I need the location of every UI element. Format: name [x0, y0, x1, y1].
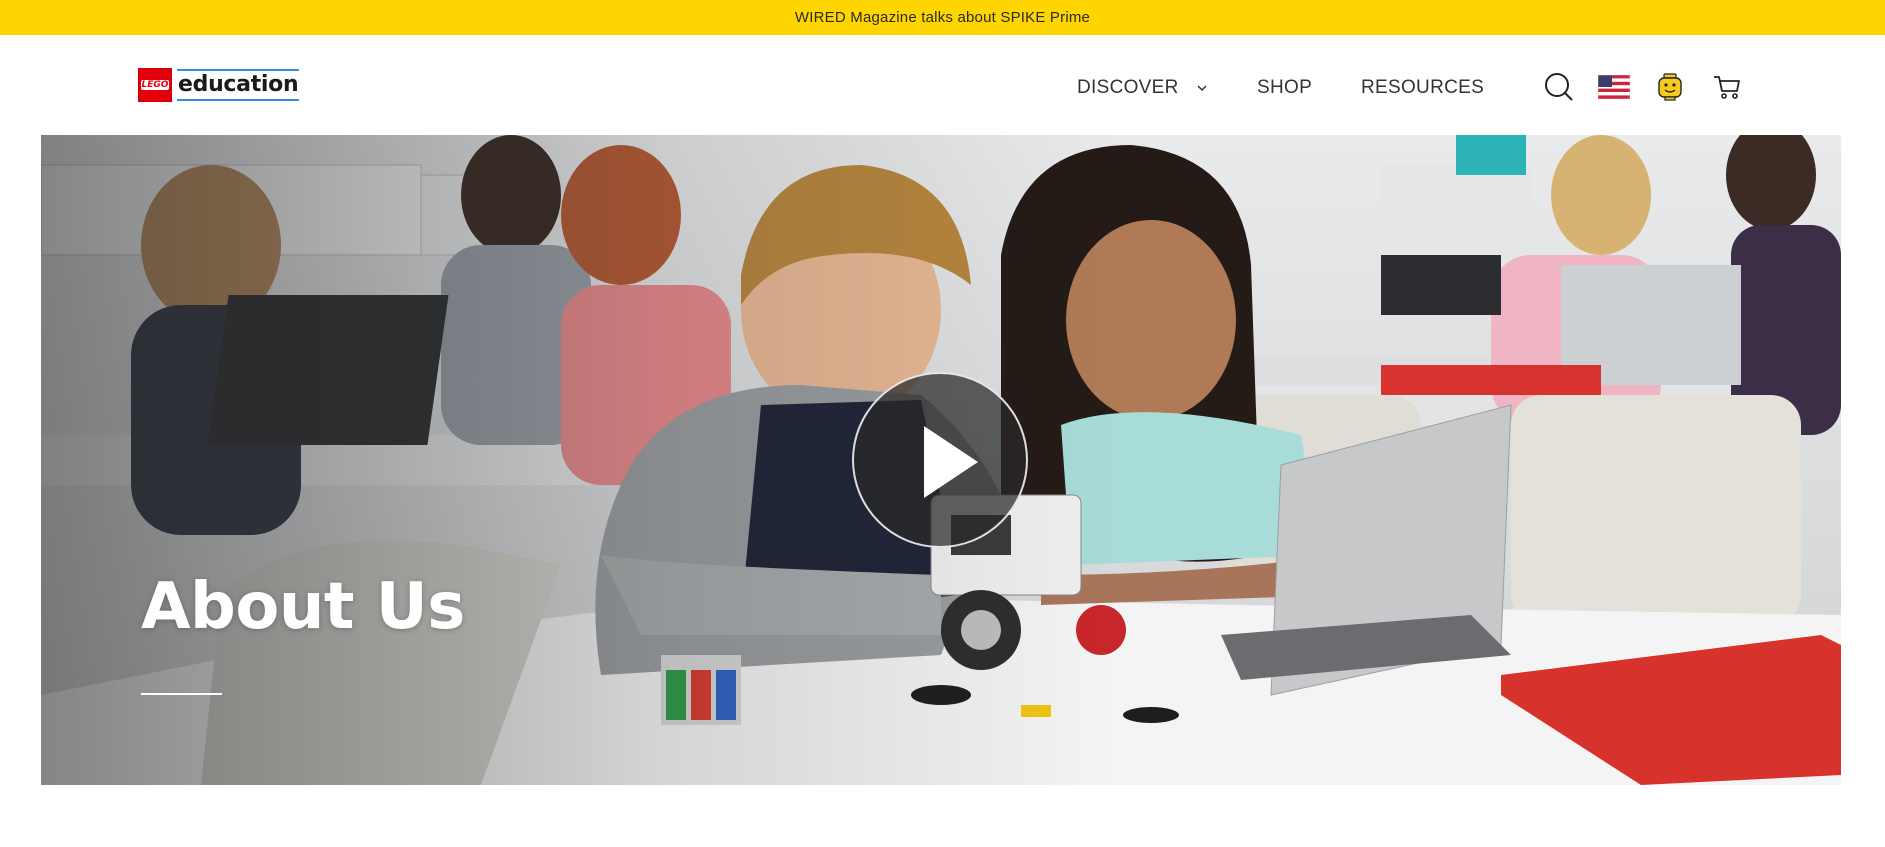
region-selector-button[interactable] — [1596, 69, 1632, 105]
play-icon — [924, 426, 978, 498]
hero-banner: About Us — [41, 135, 1841, 785]
chevron-down-icon — [1197, 85, 1207, 92]
hero-title: About Us — [141, 570, 465, 644]
search-icon — [1545, 73, 1573, 101]
nav-shop[interactable]: SHOP — [1257, 73, 1312, 103]
search-button[interactable] — [1541, 69, 1577, 105]
cart-button[interactable] — [1709, 69, 1745, 105]
nav-discover[interactable]: DISCOVER — [1077, 73, 1209, 103]
hero-title-underline — [141, 693, 222, 695]
site-header: LEGO education DISCOVER SHOP RESOURCES — [0, 35, 1885, 135]
lego-brick-logo-icon: LEGO — [138, 68, 172, 102]
logo-wordmark: education — [177, 69, 300, 101]
announcement-text[interactable]: WIRED Magazine talks about SPIKE Prime — [795, 9, 1090, 26]
cart-icon — [1714, 76, 1740, 99]
us-flag-icon — [1598, 75, 1630, 99]
nav-discover-label: DISCOVER — [1077, 77, 1179, 98]
announcement-bar[interactable]: WIRED Magazine talks about SPIKE Prime — [0, 0, 1885, 35]
minifig-face-icon — [1658, 73, 1682, 101]
nav-shop-label: SHOP — [1257, 77, 1313, 98]
video-play-button[interactable] — [852, 372, 1028, 548]
lego-education-logo[interactable]: LEGO education — [138, 67, 300, 103]
nav-resources[interactable]: RESOURCES — [1361, 73, 1484, 103]
nav-resources-label: RESOURCES — [1361, 77, 1485, 98]
account-button[interactable] — [1652, 69, 1688, 105]
